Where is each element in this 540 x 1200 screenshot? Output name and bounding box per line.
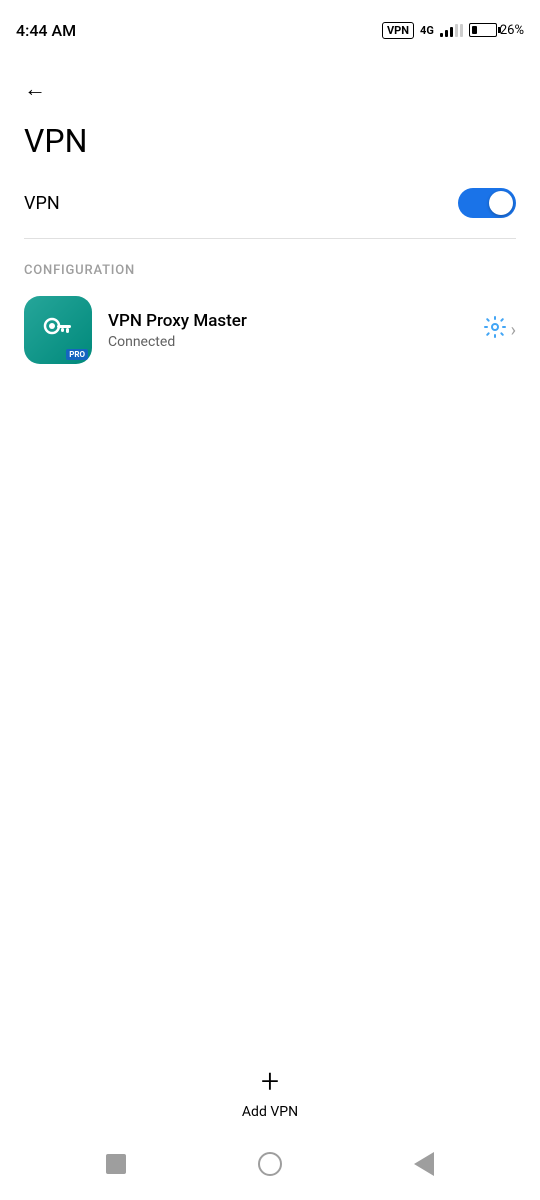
battery-fill xyxy=(472,26,478,34)
add-vpn-label: Add VPN xyxy=(242,1104,298,1120)
vpn-toggle-section: VPN xyxy=(0,168,540,238)
vpn-list-item[interactable]: PRO VPN Proxy Master Connected › xyxy=(24,296,516,364)
vpn-status-badge: VPN xyxy=(382,22,414,39)
add-icon: + xyxy=(261,1062,279,1100)
battery-icon xyxy=(469,23,497,37)
key-icon xyxy=(40,312,76,348)
toggle-knob xyxy=(489,191,513,215)
vpn-toggle-switch[interactable] xyxy=(458,188,516,218)
home-button[interactable] xyxy=(250,1144,290,1184)
vpn-app-name: VPN Proxy Master xyxy=(108,311,467,331)
back-nav-button[interactable] xyxy=(406,1144,442,1184)
signal-bars xyxy=(440,23,463,37)
page-title: VPN xyxy=(20,122,520,160)
home-icon xyxy=(258,1152,282,1176)
status-icons: VPN 4G 26% xyxy=(382,22,524,39)
gear-icon[interactable] xyxy=(483,315,507,345)
vpn-app-icon: PRO xyxy=(24,296,92,364)
add-vpn-section[interactable]: + Add VPN xyxy=(0,1062,540,1120)
configuration-section: CONFIGURATION PRO VPN Proxy Master Conne… xyxy=(0,239,540,364)
battery-indicator: 26% xyxy=(469,23,524,38)
status-bar: 4:44 AM VPN 4G 26% xyxy=(0,0,540,60)
status-time: 4:44 AM xyxy=(16,21,76,40)
vpn-item-actions: › xyxy=(483,315,516,345)
navigation-bar xyxy=(0,1128,540,1200)
vpn-app-info: VPN Proxy Master Connected xyxy=(108,311,467,350)
signal-4g-icon: 4G xyxy=(420,24,434,37)
vpn-toggle-label: VPN xyxy=(24,193,60,214)
battery-percent: 26% xyxy=(500,23,524,38)
back-nav-icon xyxy=(414,1152,434,1176)
header: ← VPN xyxy=(0,60,540,168)
chevron-right-icon: › xyxy=(511,320,516,341)
recent-apps-button[interactable] xyxy=(98,1146,134,1182)
back-button[interactable]: ← xyxy=(20,72,50,106)
config-section-label: CONFIGURATION xyxy=(24,263,516,278)
recent-apps-icon xyxy=(106,1154,126,1174)
back-icon: ← xyxy=(24,76,46,102)
vpn-connection-status: Connected xyxy=(108,334,467,350)
pro-badge: PRO xyxy=(66,349,88,360)
